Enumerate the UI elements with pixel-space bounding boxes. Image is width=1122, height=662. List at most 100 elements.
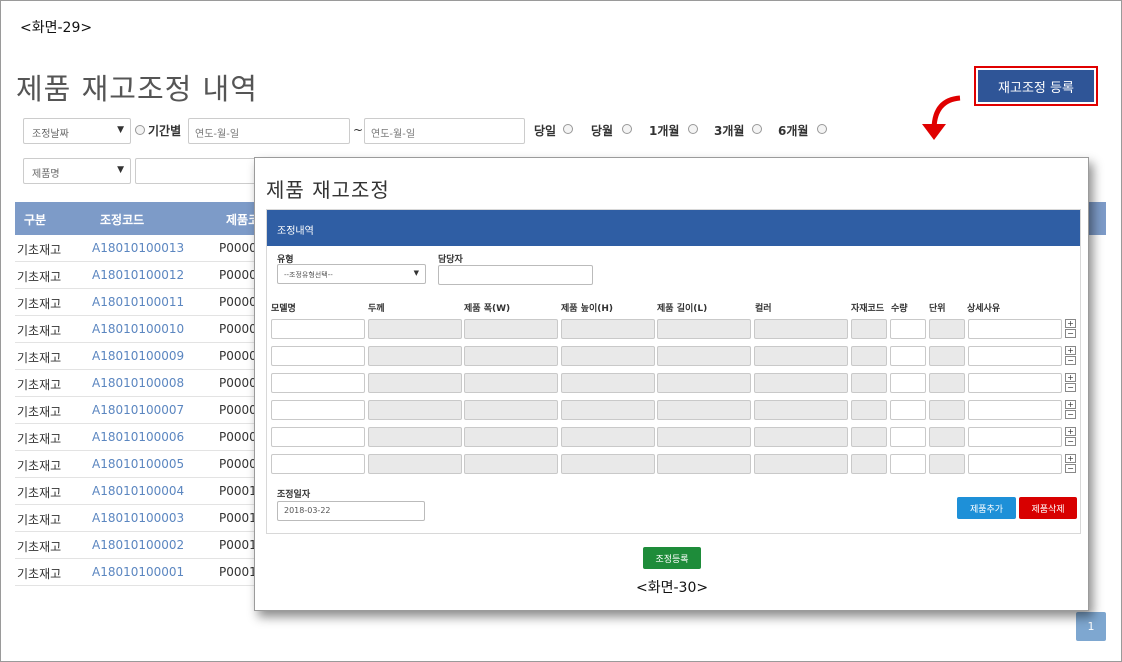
minus-icon[interactable]: − <box>1065 329 1076 338</box>
row-code-link[interactable]: A18010100003 <box>92 511 184 525</box>
col-thickness: 두께 <box>368 304 385 314</box>
row-code-link[interactable]: A18010100005 <box>92 457 184 471</box>
row-product: P0000 <box>219 376 257 390</box>
table-row[interactable]: 기초재고 A18010100004 P0001 <box>15 478 265 505</box>
table-row[interactable]: 기초재고 A18010100008 P0000 <box>15 370 265 397</box>
table-row[interactable]: 기초재고 A18010100006 P0000 <box>15 424 265 451</box>
table-row[interactable]: 기초재고 A18010100013 P0000 <box>15 235 265 262</box>
quantity-input[interactable] <box>890 400 926 420</box>
add-product-button[interactable]: 제품추가 <box>957 497 1016 519</box>
row-product: P0000 <box>219 403 257 417</box>
product-search-input[interactable] <box>135 158 260 184</box>
reason-input[interactable] <box>968 454 1062 474</box>
col-reason: 상세사유 <box>967 304 1001 314</box>
table-row[interactable]: 기초재고 A18010100001 P0001 <box>15 559 265 586</box>
date-to-input[interactable]: 연도-월-일 <box>364 118 525 144</box>
model-input[interactable] <box>271 400 365 420</box>
minus-icon[interactable]: − <box>1065 437 1076 446</box>
length-input <box>657 400 751 420</box>
row-code-link[interactable]: A18010100012 <box>92 268 184 282</box>
row-type: 기초재고 <box>17 378 62 392</box>
manager-input[interactable] <box>438 265 593 285</box>
table-row[interactable]: 기초재고 A18010100011 P0000 <box>15 289 265 316</box>
delete-product-button[interactable]: 제품삭제 <box>1019 497 1077 519</box>
unit-input <box>929 427 965 447</box>
minus-icon[interactable]: − <box>1065 410 1076 419</box>
minus-icon[interactable]: − <box>1065 383 1076 392</box>
row-code-link[interactable]: A18010100001 <box>92 565 184 579</box>
radio-today[interactable] <box>563 124 573 134</box>
reason-input[interactable] <box>968 427 1062 447</box>
product-name-select[interactable]: 제품명 ▼ <box>23 158 131 184</box>
manager-label: 담당자 <box>438 255 463 265</box>
quantity-input[interactable] <box>890 346 926 366</box>
plus-icon[interactable]: + <box>1065 400 1076 409</box>
thickness-input <box>368 400 462 420</box>
row-product: P0001 <box>219 511 257 525</box>
row-product: P0000 <box>219 430 257 444</box>
table-row[interactable]: 기초재고 A18010100003 P0001 <box>15 505 265 532</box>
row-code-link[interactable]: A18010100010 <box>92 322 184 336</box>
reason-input[interactable] <box>968 400 1062 420</box>
row-code-link[interactable]: A18010100006 <box>92 430 184 444</box>
radio-6m[interactable] <box>817 124 827 134</box>
model-input[interactable] <box>271 454 365 474</box>
table-row[interactable]: 기초재고 A18010100009 P0000 <box>15 343 265 370</box>
radio-month[interactable] <box>622 124 632 134</box>
reason-input[interactable] <box>968 346 1062 366</box>
thickness-input <box>368 427 462 447</box>
model-input[interactable] <box>271 319 365 339</box>
col-model: 모델명 <box>271 304 296 314</box>
row-code-link[interactable]: A18010100004 <box>92 484 184 498</box>
pagination-page-1[interactable]: 1 <box>1076 612 1106 641</box>
row-code-link[interactable]: A18010100002 <box>92 538 184 552</box>
length-input <box>657 319 751 339</box>
quantity-input[interactable] <box>890 454 926 474</box>
plus-icon[interactable]: + <box>1065 319 1076 328</box>
col-color: 컬러 <box>755 304 772 314</box>
adjustment-type-select[interactable]: --조정유형선택-- ▼ <box>277 264 426 284</box>
minus-icon[interactable]: − <box>1065 356 1076 365</box>
height-input <box>561 319 655 339</box>
quantity-input[interactable] <box>890 427 926 447</box>
period-label: 기간별 <box>148 124 182 138</box>
model-input[interactable] <box>271 427 365 447</box>
material-code-input <box>851 319 887 339</box>
reason-input[interactable] <box>968 373 1062 393</box>
model-input[interactable] <box>271 373 365 393</box>
row-code-link[interactable]: A18010100008 <box>92 376 184 390</box>
row-code-link[interactable]: A18010100013 <box>92 241 184 255</box>
adjustment-panel: 조정내역 유형 --조정유형선택-- ▼ 담당자 모델명 두께 제품 폭(W) 제… <box>266 209 1081 534</box>
plus-icon[interactable]: + <box>1065 454 1076 463</box>
width-input <box>464 427 558 447</box>
row-code-link[interactable]: A18010100009 <box>92 349 184 363</box>
quantity-input[interactable] <box>890 373 926 393</box>
table-row[interactable]: 기초재고 A18010100005 P0000 <box>15 451 265 478</box>
radio-3m[interactable] <box>752 124 762 134</box>
plus-icon[interactable]: + <box>1065 373 1076 382</box>
unit-input <box>929 319 965 339</box>
table-row[interactable]: 기초재고 A18010100010 P0000 <box>15 316 265 343</box>
table-row[interactable]: 기초재고 A18010100002 P0001 <box>15 532 265 559</box>
table-row[interactable]: 기초재고 A18010100012 P0000 <box>15 262 265 289</box>
row-code-link[interactable]: A18010100007 <box>92 403 184 417</box>
page-title: 제품 재고조정 내역 <box>16 72 258 106</box>
row-product: P0000 <box>219 349 257 363</box>
row-code-link[interactable]: A18010100011 <box>92 295 184 309</box>
quantity-input[interactable] <box>890 319 926 339</box>
row-product: P0000 <box>219 322 257 336</box>
model-input[interactable] <box>271 346 365 366</box>
period-radio[interactable] <box>135 125 145 135</box>
material-code-input <box>851 373 887 393</box>
adjust-date-input[interactable]: 2018-03-22 <box>277 501 425 521</box>
date-from-input[interactable]: 연도-월-일 <box>188 118 350 144</box>
plus-icon[interactable]: + <box>1065 346 1076 355</box>
plus-icon[interactable]: + <box>1065 427 1076 436</box>
reason-input[interactable] <box>968 319 1062 339</box>
table-row[interactable]: 기초재고 A18010100007 P0000 <box>15 397 265 424</box>
radio-1m[interactable] <box>688 124 698 134</box>
date-type-select[interactable]: 조정날짜 ▼ <box>23 118 131 144</box>
register-adjustment-button[interactable]: 재고조정 등록 <box>978 70 1094 102</box>
submit-adjustment-button[interactable]: 조정등록 <box>643 547 701 569</box>
minus-icon[interactable]: − <box>1065 464 1076 473</box>
